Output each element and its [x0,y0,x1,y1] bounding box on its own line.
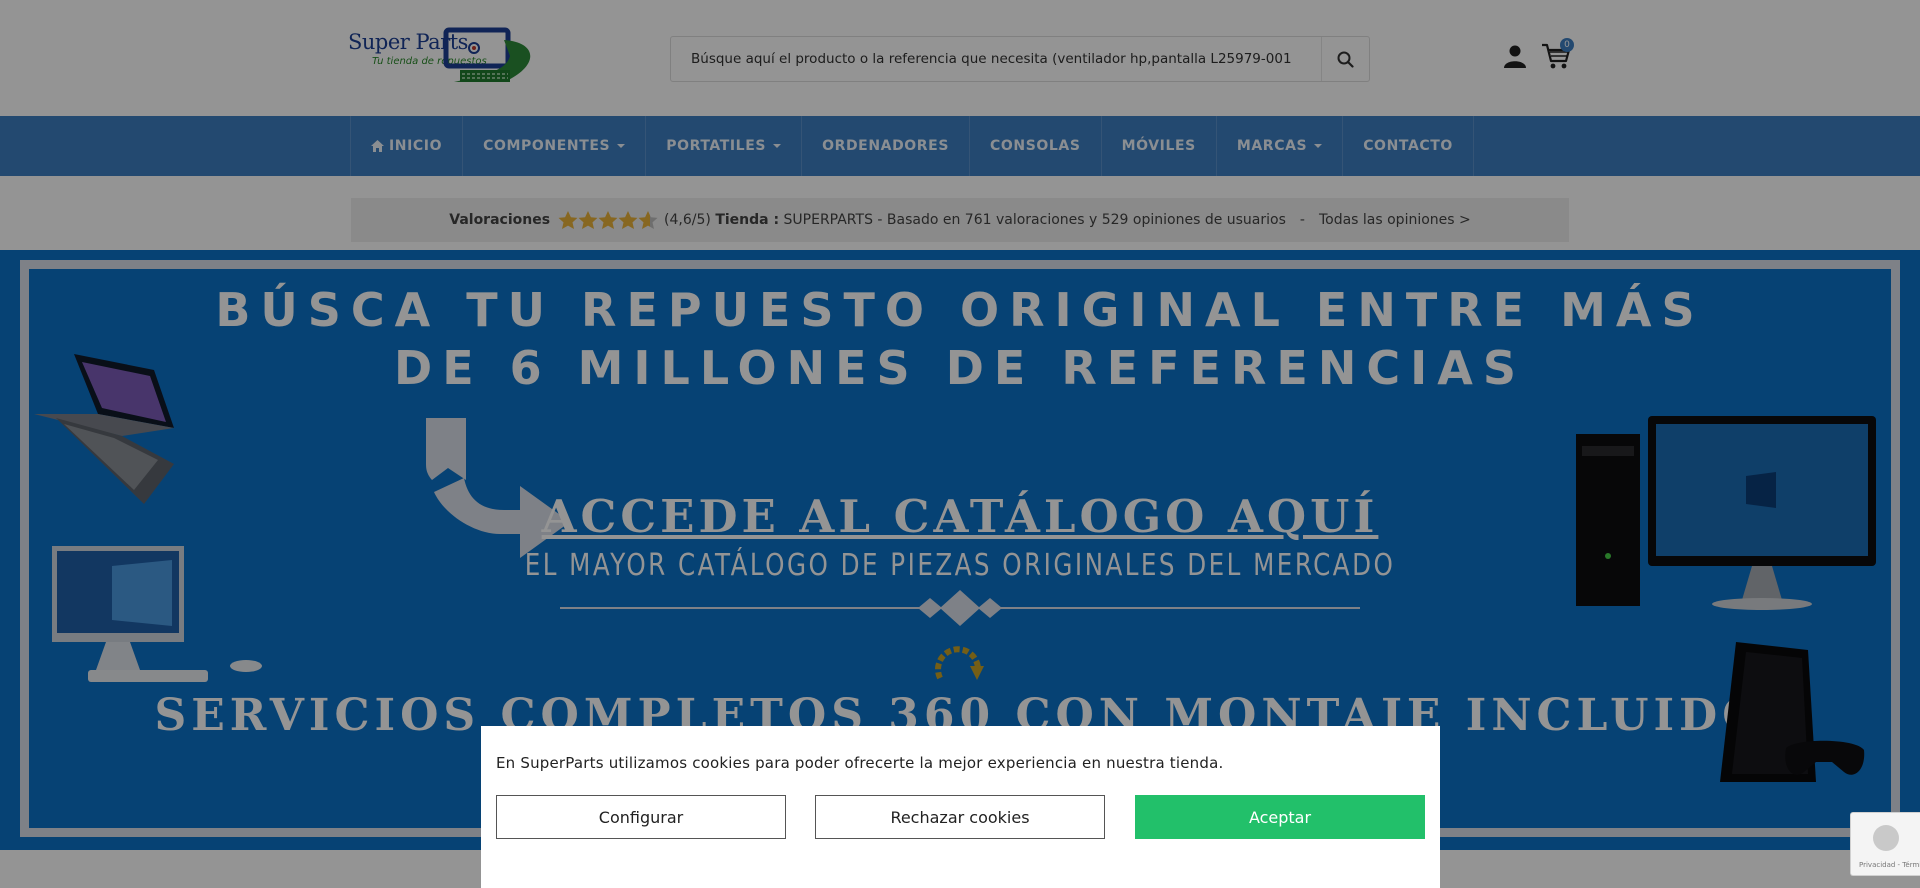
accept-cookies-button[interactable]: Aceptar [1135,795,1425,839]
recaptcha-text: Privacidad - Términos [1859,861,1920,869]
recaptcha-badge[interactable]: Privacidad - Términos [1850,812,1920,876]
cookie-message: En SuperParts utilizamos cookies para po… [496,754,1224,772]
recaptcha-icon [1873,825,1899,851]
reject-cookies-button[interactable]: Rechazar cookies [815,795,1105,839]
configure-cookies-button[interactable]: Configurar [496,795,786,839]
cookie-consent-dialog: En SuperParts utilizamos cookies para po… [481,726,1440,888]
